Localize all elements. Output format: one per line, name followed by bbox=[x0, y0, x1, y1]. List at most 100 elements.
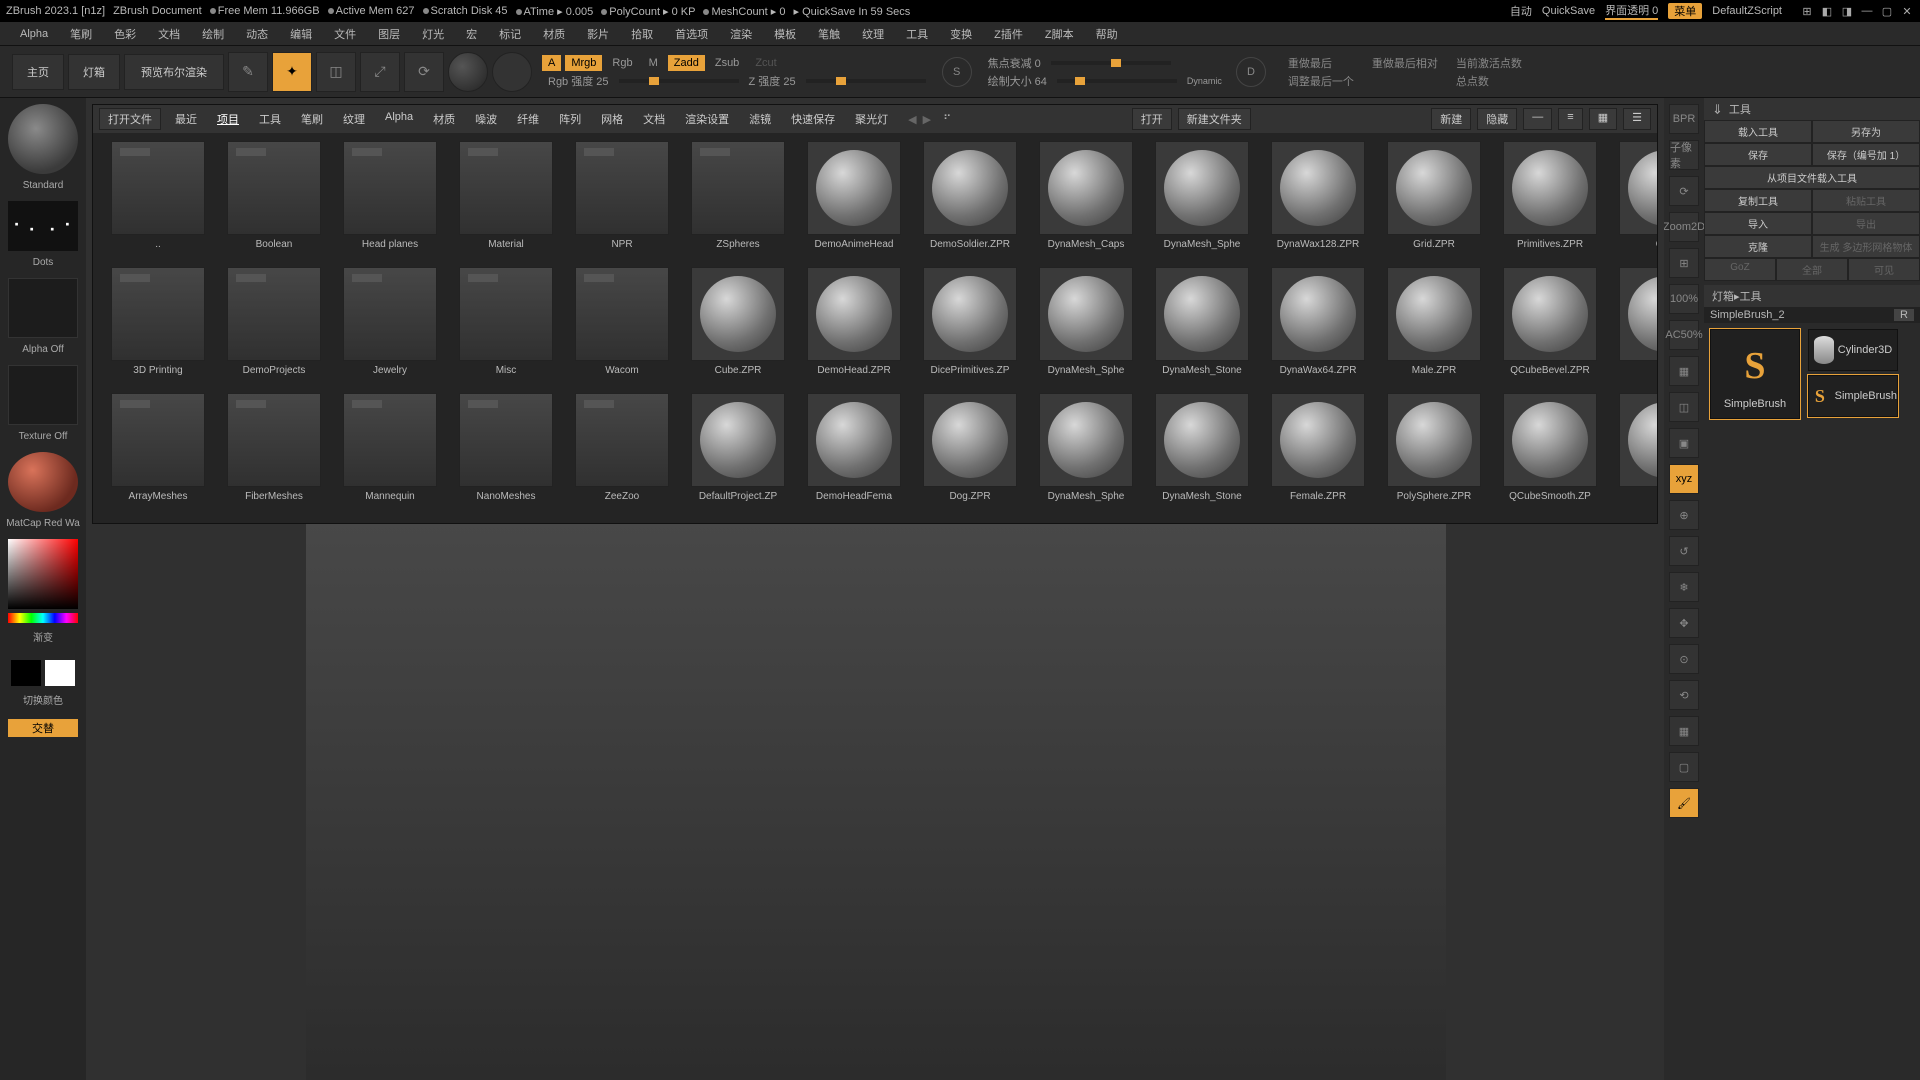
right-strip-button[interactable]: ❄ bbox=[1669, 572, 1699, 602]
menu-帮助[interactable]: 帮助 bbox=[1096, 26, 1118, 42]
lightbox-tab[interactable]: 阵列 bbox=[551, 109, 589, 129]
tool-slot-simplebrush-large[interactable]: S SimpleBrush bbox=[1710, 329, 1800, 419]
right-strip-button[interactable]: ⊕ bbox=[1669, 500, 1699, 530]
new-button[interactable]: 新建 bbox=[1431, 108, 1471, 130]
right-strip-button[interactable]: ▢ bbox=[1669, 752, 1699, 782]
lightbox-tab[interactable]: 渲染设置 bbox=[677, 109, 737, 129]
menu-模板[interactable]: 模板 bbox=[774, 26, 796, 42]
copy-tool-button[interactable]: 复制工具 bbox=[1704, 189, 1812, 212]
lightbox-tab[interactable]: 噪波 bbox=[467, 109, 505, 129]
stroke-thumb[interactable]: ⠂⠄⠠⠐ bbox=[8, 201, 78, 251]
layout3-icon[interactable]: ◨ bbox=[1840, 5, 1854, 17]
menu-动态[interactable]: 动态 bbox=[246, 26, 268, 42]
default-zscript[interactable]: DefaultZScript bbox=[1712, 5, 1782, 17]
folder-tile[interactable]: Material bbox=[449, 141, 563, 265]
folder-tile[interactable]: Wacom bbox=[565, 267, 679, 391]
save-incr-button[interactable]: 保存（编号加 1） bbox=[1812, 143, 1920, 166]
open-file-button[interactable]: 打开文件 bbox=[99, 108, 161, 130]
close-icon[interactable]: ✕ bbox=[1900, 5, 1914, 17]
draw-size-slider[interactable] bbox=[1057, 79, 1177, 83]
hide-button[interactable]: 隐藏 bbox=[1477, 108, 1517, 130]
home-button[interactable]: 主页 bbox=[12, 54, 64, 90]
right-strip-button[interactable]: ⟳ bbox=[1669, 176, 1699, 206]
load-from-project-button[interactable]: 从项目文件载入工具 bbox=[1704, 166, 1920, 189]
file-tile[interactable]: DynaWax64.ZPR bbox=[1261, 267, 1375, 391]
right-strip-button[interactable]: Zoom2D bbox=[1669, 212, 1699, 242]
swatch-black[interactable] bbox=[11, 660, 41, 686]
folder-tile[interactable]: Boolean bbox=[217, 141, 331, 265]
file-tile[interactable]: QCu bbox=[1609, 141, 1657, 265]
layout-icon[interactable]: ⊞ bbox=[1800, 5, 1814, 17]
file-tile[interactable]: Female.ZPR bbox=[1261, 393, 1375, 517]
scale-mode-icon[interactable]: ⤢ bbox=[360, 52, 400, 92]
menu-Alpha[interactable]: Alpha bbox=[20, 28, 48, 40]
lightbox-tab[interactable]: 最近 bbox=[167, 109, 205, 129]
zadd-button[interactable]: Zadd bbox=[668, 55, 705, 71]
folder-tile[interactable]: FiberMeshes bbox=[217, 393, 331, 517]
alternate-button[interactable]: 交替 bbox=[8, 719, 78, 737]
pin-icon[interactable]: ⇙ bbox=[1708, 99, 1727, 118]
m-button[interactable]: M bbox=[643, 57, 664, 69]
file-tile[interactable]: QCubeSmooth.ZP bbox=[1493, 393, 1607, 517]
file-tile[interactable]: DynaMesh_Caps bbox=[1029, 141, 1143, 265]
a-tag[interactable]: A bbox=[542, 55, 561, 71]
clone-button[interactable]: 克隆 bbox=[1704, 235, 1812, 258]
dynamic-label[interactable]: Dynamic bbox=[1181, 76, 1228, 86]
focal-dial-icon[interactable]: S bbox=[942, 57, 972, 87]
lightbox-tab[interactable]: 项目 bbox=[209, 109, 247, 129]
brush-thumb[interactable] bbox=[8, 104, 78, 174]
lightbox-tab[interactable]: 快速保存 bbox=[783, 109, 843, 129]
file-tile[interactable]: Grid.ZPR bbox=[1377, 141, 1491, 265]
switch-color-label[interactable]: 切换颜色 bbox=[23, 690, 63, 713]
goz-all-button[interactable]: 全部 bbox=[1776, 258, 1848, 281]
file-tile[interactable]: DemoSoldier.ZPR bbox=[913, 141, 1027, 265]
rotate-mode-icon[interactable]: ⟳ bbox=[404, 52, 444, 92]
file-tile[interactable]: PolySphere.ZPR bbox=[1377, 393, 1491, 517]
file-tile[interactable]: DemoHeadFema bbox=[797, 393, 911, 517]
right-strip-button[interactable]: ◫ bbox=[1669, 392, 1699, 422]
file-tile[interactable]: RS_ bbox=[1609, 267, 1657, 391]
lightbox-tab[interactable]: 纹理 bbox=[335, 109, 373, 129]
lightbox-tab[interactable]: 材质 bbox=[425, 109, 463, 129]
shade-sphere-dark[interactable] bbox=[492, 52, 532, 92]
right-strip-button[interactable]: ▣ bbox=[1669, 428, 1699, 458]
menu-Z插件[interactable]: Z插件 bbox=[994, 26, 1023, 42]
menu-标记[interactable]: 标记 bbox=[499, 26, 521, 42]
tool-slot-cylinder[interactable]: Cylinder3D bbox=[1808, 329, 1898, 371]
edit-mode-icon[interactable]: ✎ bbox=[228, 52, 268, 92]
folder-tile[interactable]: Mannequin bbox=[333, 393, 447, 517]
layout2-icon[interactable]: ◧ bbox=[1820, 5, 1834, 17]
right-strip-button[interactable]: ▦ bbox=[1669, 716, 1699, 746]
file-tile[interactable]: DemoAnimeHead bbox=[797, 141, 911, 265]
file-tile[interactable]: DynaMesh_Sphe bbox=[1029, 393, 1143, 517]
right-strip-button[interactable]: 子像素 bbox=[1669, 140, 1699, 170]
lightbox-tab[interactable]: 工具 bbox=[251, 109, 289, 129]
rgb-button[interactable]: Rgb bbox=[606, 57, 638, 69]
file-tile[interactable]: Male.ZPR bbox=[1377, 267, 1491, 391]
color-picker[interactable] bbox=[8, 539, 78, 609]
file-tile[interactable]: DynaWax128.ZPR bbox=[1261, 141, 1375, 265]
menu-工具[interactable]: 工具 bbox=[906, 26, 928, 42]
nav-next-icon[interactable]: ▶ bbox=[923, 113, 931, 126]
menus-toggle[interactable]: 菜单 bbox=[1668, 3, 1702, 19]
draw-mode-icon[interactable]: ✦ bbox=[272, 52, 312, 92]
menu-首选项[interactable]: 首选项 bbox=[675, 26, 708, 42]
folder-tile[interactable]: 3D Printing bbox=[101, 267, 215, 391]
make-polymesh-button[interactable]: 生成 多边形网格物体 bbox=[1812, 235, 1920, 258]
zcut-button[interactable]: Zcut bbox=[749, 57, 782, 69]
lightbox-tab[interactable]: 网格 bbox=[593, 109, 631, 129]
menu-渲染[interactable]: 渲染 bbox=[730, 26, 752, 42]
file-tile[interactable]: Primitives.ZPR bbox=[1493, 141, 1607, 265]
menu-文档[interactable]: 文档 bbox=[158, 26, 180, 42]
right-strip-button[interactable]: ⟲ bbox=[1669, 680, 1699, 710]
folder-tile[interactable]: Head planes bbox=[333, 141, 447, 265]
menu-图层[interactable]: 图层 bbox=[378, 26, 400, 42]
z-intensity[interactable]: Z 强度 25 bbox=[743, 73, 802, 89]
folder-tile[interactable]: Jewelry bbox=[333, 267, 447, 391]
menu-灯光[interactable]: 灯光 bbox=[422, 26, 444, 42]
goz-button[interactable]: GoZ bbox=[1704, 258, 1776, 281]
file-tile[interactable]: DynaMesh_Sphe bbox=[1145, 141, 1259, 265]
save-button[interactable]: 保存 bbox=[1704, 143, 1812, 166]
live-boolean-button[interactable]: 预览布尔渲染 bbox=[124, 54, 224, 90]
minimize-icon[interactable]: — bbox=[1860, 5, 1874, 17]
